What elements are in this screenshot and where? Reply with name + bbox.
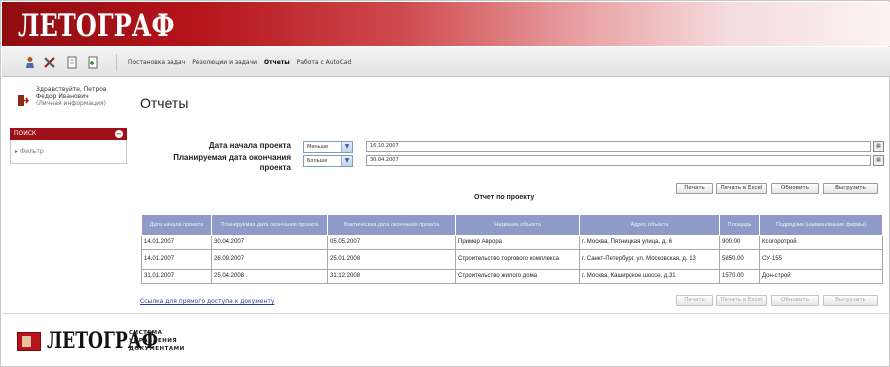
table-cell: Строительство жилого дома — [455, 269, 580, 284]
header-banner: ЛЕТОГРАФ — [2, 2, 890, 46]
column-header[interactable]: Название объекта — [455, 214, 580, 236]
footer-tagline: СИСТЕМА УПРАВЛЕНИЯ ДОКУМЕНТАМИ — [129, 329, 185, 353]
refresh-button-bottom[interactable]: Обновить — [771, 295, 819, 306]
tagline-line: ДОКУМЕНТАМИ — [129, 346, 185, 352]
tools-icon[interactable] — [43, 56, 57, 69]
search-panel-header[interactable]: ПОИСК − — [10, 128, 127, 140]
print-button-bottom[interactable]: Печать — [676, 295, 713, 306]
tagline-line: УПРАВЛЕНИЯ — [129, 338, 178, 344]
report-title: Отчет по проекту — [474, 194, 535, 201]
collapse-icon[interactable]: − — [115, 130, 123, 138]
menu-item-resolutions[interactable]: Резолюции и задачи — [192, 59, 257, 66]
export-button[interactable]: Выгрузить — [823, 183, 878, 194]
table-cell: 31.01.2007 — [141, 269, 212, 284]
search-panel: ▸ Фильтр — [10, 140, 127, 164]
personal-info-link[interactable]: (Личная информация) — [36, 100, 131, 107]
column-header[interactable]: Дата начала проекта — [141, 214, 212, 236]
end-condition-value: Больше — [307, 158, 328, 164]
app-logo: ЛЕТОГРАФ — [18, 8, 175, 44]
menu-item-autocad[interactable]: Работа с AutoCad — [297, 59, 352, 66]
table-cell: 26.09.2007 — [211, 249, 328, 270]
table-cell: г. Москва, Пятницкая улица, д. 6 — [579, 235, 720, 250]
table-cell: Пример Аврора — [455, 235, 580, 250]
report-table: Дата начала проекта Планируемая дата око… — [141, 214, 883, 284]
table-cell: г. Санкт-Петербург, ул. Московская, д. 1… — [579, 249, 720, 270]
table-cell: 14.01.2007 — [141, 249, 212, 270]
chevron-down-icon: ▼ — [341, 142, 352, 152]
export-button-bottom[interactable]: Выгрузить — [823, 295, 878, 306]
print-excel-button[interactable]: Печать в Excel — [716, 183, 767, 194]
sidebar-item-filter[interactable]: ▸ Фильтр — [15, 148, 44, 155]
menu-item-task-setting[interactable]: Постановка задач — [128, 59, 185, 66]
user-name: Федор Иванович — [36, 93, 89, 100]
tagline-line: СИСТЕМА — [129, 330, 163, 336]
page-title: Отчеты — [140, 95, 189, 111]
table-row[interactable]: 14.01.2007 30.04.2007 05.05.2007 Пример … — [141, 235, 883, 250]
end-date-label-line1: Планируемая дата окончания — [173, 153, 291, 162]
chevron-down-icon: ▼ — [341, 156, 352, 166]
column-header[interactable]: Фактическая дата окончания проекта — [327, 214, 456, 236]
table-cell: 25.01.2008 — [327, 249, 456, 270]
table-cell: 05.05.2007 — [327, 235, 456, 250]
book-icon — [17, 332, 41, 351]
end-date-field[interactable]: 30.04.2007 — [366, 155, 871, 166]
start-date-label: Дата начала проекта — [208, 141, 291, 150]
end-condition-select[interactable]: Больше ▼ — [303, 155, 353, 167]
main-menu: Постановка задач Резолюции и задачи Отче… — [128, 59, 351, 66]
add-document-icon[interactable] — [86, 56, 100, 69]
table-row[interactable]: 31.01.2007 25.04.2008 31.12.2008 Строите… — [141, 269, 883, 284]
table-cell: Ксогоротрой — [759, 235, 883, 250]
app-window: ЛЕТОГРАФ Постановка задач Резолюции и за… — [0, 0, 890, 367]
search-panel-title: ПОИСК — [14, 130, 37, 137]
table-cell: г. Москва, Каширское шоссе, д.31 — [579, 269, 720, 284]
start-condition-value: Меньше — [307, 144, 329, 150]
table-row[interactable]: 14.01.2007 26.09.2007 25.01.2008 Строите… — [141, 249, 883, 270]
calendar-icon[interactable]: ▦ — [873, 155, 884, 166]
user-info: Здравствуйте, Петров Федор Иванович (Лич… — [36, 86, 131, 107]
end-date-label-line2: проекта — [259, 163, 291, 172]
column-header[interactable]: Планируемая дата окончания проекта — [211, 214, 328, 236]
table-cell: Строительство торгового комплекса — [455, 249, 580, 270]
toolbar: Постановка задач Резолюции и задачи Отче… — [2, 47, 890, 77]
triangle-right-icon: ▸ — [15, 148, 19, 155]
table-cell: 1570.00 — [719, 269, 760, 284]
table-cell: 5850.00 — [719, 249, 760, 270]
end-date-label: Планируемая дата окончания проекта — [151, 153, 291, 173]
table-header-row: Дата начала проекта Планируемая дата око… — [141, 214, 883, 236]
document-icon[interactable] — [65, 56, 79, 69]
direct-access-link[interactable]: Ссылка для прямого доступа к документу — [140, 298, 274, 305]
table-cell: 14.01.2007 — [141, 235, 212, 250]
menu-item-reports[interactable]: Отчеты — [264, 59, 290, 66]
table-cell: 31.12.2008 — [327, 269, 456, 284]
user-greeting: Здравствуйте, Петров — [36, 86, 107, 93]
toolbar-separator — [116, 54, 117, 71]
footer-divider — [2, 313, 890, 314]
sidebar-item-label: Фильтр — [19, 148, 44, 155]
column-header[interactable]: Адрес объекта — [579, 214, 720, 236]
column-header[interactable]: Подрядчик (наименование фирмы) — [759, 214, 883, 236]
start-date-field[interactable]: 16.10.2007 — [366, 141, 871, 152]
table-cell: 30.04.2007 — [211, 235, 328, 250]
table-cell: Дон-строй — [759, 269, 883, 284]
calendar-icon[interactable]: ▦ — [873, 141, 884, 152]
user-icon[interactable] — [23, 56, 37, 69]
column-header[interactable]: Площадь — [719, 214, 760, 236]
table-cell: 900.00 — [719, 235, 760, 250]
start-condition-select[interactable]: Меньше ▼ — [303, 141, 353, 153]
table-cell: 25.04.2008 — [211, 269, 328, 284]
logout-icon[interactable] — [17, 94, 29, 107]
print-button[interactable]: Печать — [676, 183, 713, 194]
table-cell: СУ-155 — [759, 249, 883, 270]
refresh-button[interactable]: Обновить — [771, 183, 819, 194]
print-excel-button-bottom[interactable]: Печать в Excel — [716, 295, 767, 306]
